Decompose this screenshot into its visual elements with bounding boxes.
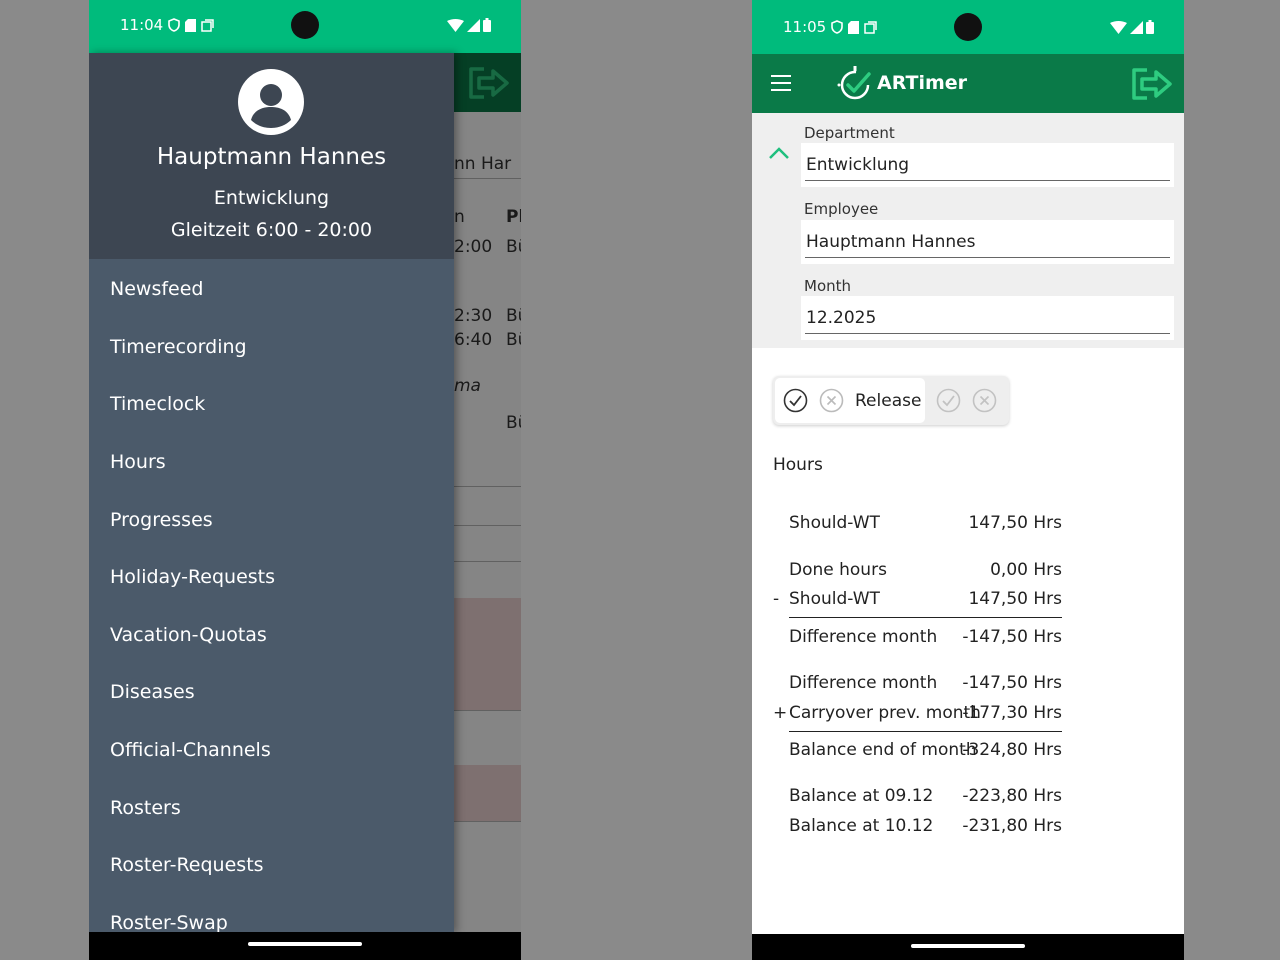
month-field[interactable]: 12.2025 — [801, 296, 1174, 340]
vpn-shield-icon — [168, 18, 181, 32]
menu-item-timerecording[interactable]: Timerecording — [110, 327, 440, 367]
month-label: Month — [804, 277, 852, 295]
menu-item-hours[interactable]: Hours — [110, 442, 440, 482]
app-logo: ARTimer — [836, 64, 967, 102]
hours-section-title: Hours — [773, 455, 823, 475]
menu-item-roster-requests[interactable]: Roster-Requests — [110, 845, 440, 885]
battery-icon — [483, 18, 491, 32]
hours-row: Difference month -147,50 Hrs — [789, 627, 1062, 647]
home-gesture-handle[interactable] — [248, 942, 362, 946]
hours-row: + Carryover prev. month -177,30 Hrs — [773, 703, 1062, 723]
menu-icon[interactable] — [771, 74, 791, 92]
status-bar: 11:04 — [89, 0, 521, 53]
artimer-logo-icon — [837, 66, 871, 100]
user-work-model: Gleitzeit 6:00 - 20:00 — [170, 219, 373, 241]
app-title: ARTimer — [877, 72, 968, 94]
logout-icon[interactable] — [1130, 66, 1174, 102]
menu-item-progresses[interactable]: Progresses — [110, 500, 440, 540]
signal-icon — [467, 18, 480, 32]
hours-row: Done hours 0,00 Hrs — [789, 560, 1062, 580]
hours-row: Balance at 10.12 -231,80 Hrs — [789, 816, 1062, 836]
release-label: Release — [855, 391, 922, 411]
signal-icon — [1130, 20, 1143, 34]
hours-row: Balance end of month -324,80 Hrs — [789, 740, 1062, 760]
menu-item-diseases[interactable]: Diseases — [110, 672, 440, 712]
wifi-icon — [447, 18, 464, 32]
battery-icon — [1146, 20, 1154, 34]
hours-row: Should-WT 147,50 Hrs — [789, 513, 1062, 533]
sd-card-icon — [848, 20, 860, 34]
chevron-up-icon[interactable] — [768, 146, 790, 160]
screenshot-icon — [864, 20, 877, 34]
home-gesture-handle[interactable] — [911, 944, 1025, 948]
phone-left: 11:04 nn Har n Pl 2:00 Bü 2:30 Bü 6:40 B… — [89, 0, 521, 960]
menu-item-newsfeed[interactable]: Newsfeed — [110, 269, 440, 309]
sum-divider — [789, 617, 1062, 618]
menu-item-official-channels[interactable]: Official-Channels — [110, 730, 440, 770]
release-reject-icon[interactable] — [819, 388, 844, 413]
filter-panel: Department Entwicklung Employee Hauptman… — [752, 113, 1184, 348]
drawer-header: Hauptmann Hannes Entwicklung Gleitzeit 6… — [89, 53, 454, 259]
camera-cutout — [291, 11, 319, 39]
vpn-shield-icon — [831, 20, 844, 34]
menu-item-rosters[interactable]: Rosters — [110, 788, 440, 828]
wifi-icon — [1110, 20, 1127, 34]
department-label: Department — [804, 124, 895, 142]
navigation-drawer: Hauptmann Hannes Entwicklung Gleitzeit 6… — [89, 53, 454, 934]
employee-value: Hauptmann Hannes — [806, 232, 976, 252]
menu-item-vacation-quotas[interactable]: Vacation-Quotas — [110, 615, 440, 655]
hours-row: Difference month -147,50 Hrs — [789, 673, 1062, 693]
menu-item-holiday-requests[interactable]: Holiday-Requests — [110, 557, 440, 597]
department-field[interactable]: Entwicklung — [801, 143, 1174, 187]
employee-label: Employee — [804, 200, 879, 218]
status-time: 11:04 — [120, 16, 164, 34]
status-time: 11:05 — [783, 18, 827, 36]
sum-divider — [789, 731, 1062, 732]
user-department: Entwicklung — [213, 187, 330, 209]
menu-item-timeclock[interactable]: Timeclock — [110, 384, 440, 424]
approve-check-icon[interactable] — [936, 388, 961, 413]
user-avatar-icon — [238, 69, 304, 135]
hours-row: - Should-WT 147,50 Hrs — [773, 589, 1062, 609]
department-value: Entwicklung — [806, 155, 910, 175]
app-bar: ARTimer — [752, 54, 1184, 113]
release-toolbar: Release — [773, 376, 1009, 425]
phone-right: 11:05 ARTimer Department Entwicklung Emp… — [752, 0, 1184, 960]
sd-card-icon — [185, 18, 197, 32]
month-value: 12.2025 — [806, 308, 877, 328]
approve-reject-icon[interactable] — [972, 388, 997, 413]
user-name: Hauptmann Hannes — [156, 144, 387, 170]
status-bar: 11:05 — [752, 0, 1184, 54]
system-nav-bar — [752, 934, 1184, 960]
system-nav-bar — [89, 932, 521, 960]
release-check-icon[interactable] — [783, 388, 808, 413]
camera-cutout — [954, 13, 982, 41]
hours-row: Balance at 09.12 -223,80 Hrs — [789, 786, 1062, 806]
employee-field[interactable]: Hauptmann Hannes — [801, 220, 1174, 264]
screenshot-icon — [201, 18, 214, 32]
